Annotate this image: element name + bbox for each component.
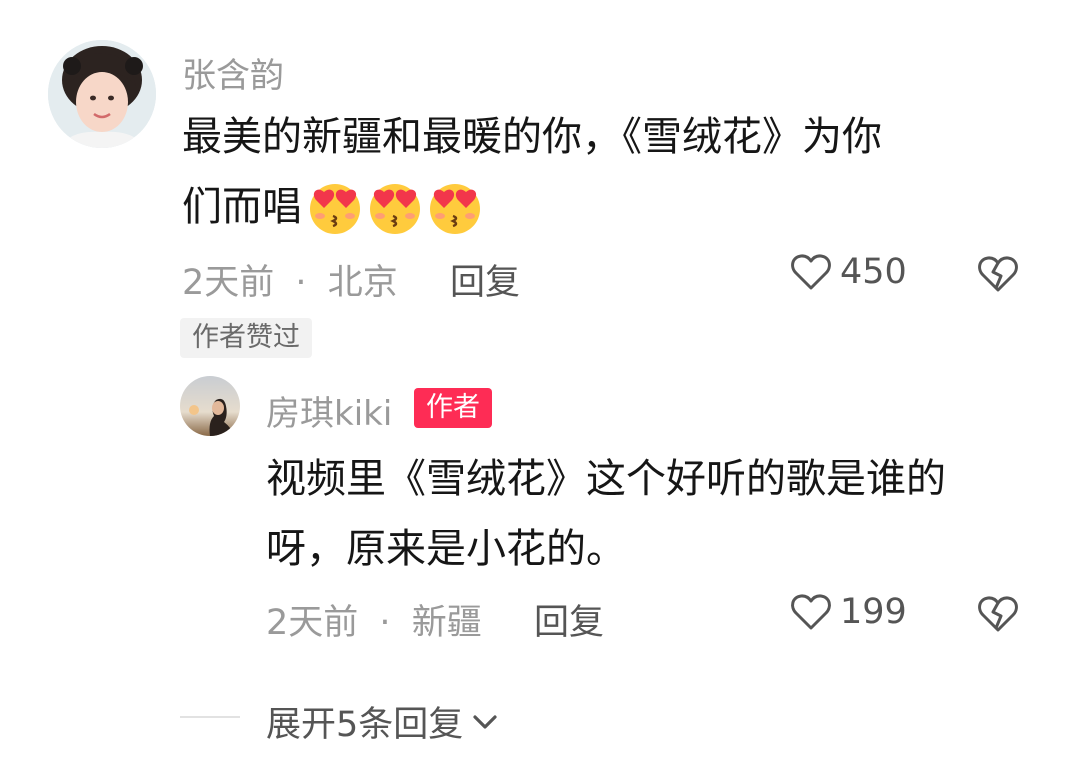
- comment-text: 最美的新疆和最暖的你，《雪绒花》为你 们而唱: [182, 102, 1042, 242]
- comment-username[interactable]: 张含韵: [182, 48, 284, 97]
- reply-like-count: 199: [840, 592, 907, 632]
- meta-separator: ·: [295, 263, 307, 303]
- heart-eyes-emoji-icon: [430, 184, 480, 234]
- heart-eyes-emoji-icon: [310, 184, 360, 234]
- comment-location: 北京: [327, 263, 398, 303]
- reply-meta: 2天前 · 新疆: [266, 594, 482, 645]
- chevron-down-icon: [473, 714, 497, 729]
- reply-dislike-button[interactable]: [976, 594, 1020, 638]
- comment-time: 2天前: [182, 263, 275, 303]
- reply-text-line1: 视频里《雪绒花》这个好听的歌是谁的: [266, 456, 946, 502]
- avatar-image: [48, 40, 156, 148]
- avatar[interactable]: [48, 40, 156, 148]
- reply-like-button[interactable]: 199: [790, 592, 907, 632]
- like-count: 450: [840, 252, 907, 292]
- reply-username[interactable]: 房琪kiki: [266, 386, 392, 435]
- heart-eyes-emoji-group: [306, 178, 484, 236]
- reply-text-line2: 呀，原来是小花的。: [266, 526, 626, 572]
- heart-outline-icon: [791, 254, 831, 290]
- broken-heart-icon: [978, 256, 1018, 292]
- comment-text-line1: 最美的新疆和最暖的你，《雪绒花》为你: [182, 114, 882, 160]
- reply-reply-button[interactable]: 回复: [534, 594, 604, 645]
- author-liked-badge: 作者赞过: [180, 318, 312, 358]
- reply-button[interactable]: 回复: [450, 254, 520, 305]
- reply-location: 新疆: [411, 603, 482, 643]
- meta-separator: ·: [379, 603, 391, 643]
- expand-divider: [180, 716, 240, 718]
- heart-eyes-emoji-icon: [370, 184, 420, 234]
- reply-text: 视频里《雪绒花》这个好听的歌是谁的 呀，原来是小花的。: [266, 444, 1046, 584]
- author-badge: 作者: [414, 388, 492, 428]
- comment-text-line2-text: 们而唱: [182, 184, 302, 230]
- comment-meta: 2天前 · 北京: [182, 254, 398, 305]
- expand-replies-button[interactable]: 展开5条回复: [266, 696, 499, 747]
- like-button[interactable]: 450: [790, 252, 907, 292]
- reply-time: 2天前: [266, 603, 359, 643]
- heart-outline-icon: [791, 594, 831, 630]
- expand-replies-label: 展开5条回复: [266, 705, 464, 745]
- reply-avatar[interactable]: [180, 376, 240, 436]
- reply-avatar-image: [180, 376, 240, 436]
- dislike-button[interactable]: [976, 254, 1020, 298]
- comment-thread: 张含韵 最美的新疆和最暖的你，《雪绒花》为你 们而唱 2天前 · 北京 回复 4…: [0, 0, 1080, 769]
- comment-text-line2: 们而唱: [182, 172, 1042, 242]
- broken-heart-icon: [978, 596, 1018, 632]
